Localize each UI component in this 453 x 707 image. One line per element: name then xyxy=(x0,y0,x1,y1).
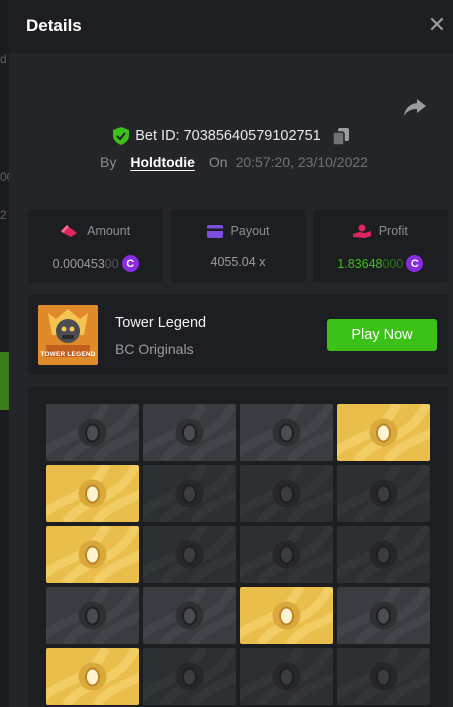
tile-hidden[interactable] xyxy=(46,404,139,461)
username-link[interactable]: Holdtodie xyxy=(130,154,195,170)
egg-icon xyxy=(337,404,430,461)
egg-icon xyxy=(337,526,430,583)
tile-hidden[interactable] xyxy=(240,404,333,461)
tile-hidden[interactable] xyxy=(337,465,430,522)
tile-hidden[interactable] xyxy=(143,404,236,461)
profit-value-dim: 000 xyxy=(382,256,404,271)
game-provider: BC Originals xyxy=(115,341,194,357)
egg-icon xyxy=(337,587,430,644)
share-icon[interactable] xyxy=(403,96,427,118)
egg-icon xyxy=(143,465,236,522)
game-name: Tower Legend xyxy=(115,315,207,331)
bet-timestamp: 20:57:20, 23/10/2022 xyxy=(235,154,368,170)
egg-icon xyxy=(143,526,236,583)
amount-label: Amount xyxy=(87,224,131,238)
backdrop-text: 2 xyxy=(0,208,7,222)
coin-icon: C xyxy=(406,255,424,272)
tile-grid xyxy=(46,404,430,705)
egg-icon xyxy=(46,526,139,583)
egg-icon xyxy=(46,465,139,522)
egg-icon xyxy=(240,648,333,705)
game-board xyxy=(28,387,448,707)
tile-hidden[interactable] xyxy=(143,587,236,644)
tile-hidden[interactable] xyxy=(240,465,333,522)
egg-icon xyxy=(46,404,139,461)
tile-revealed[interactable] xyxy=(46,465,139,522)
amount-icon xyxy=(61,225,78,237)
payout-label: Payout xyxy=(230,224,270,238)
tile-hidden[interactable] xyxy=(337,526,430,583)
egg-icon xyxy=(240,404,333,461)
by-label: By xyxy=(100,154,117,170)
amount-value: 0.000453 xyxy=(52,256,105,271)
panel-title: Details xyxy=(26,16,82,35)
payout-icon xyxy=(206,224,223,238)
tile-hidden[interactable] xyxy=(240,648,333,705)
panel-header: Details ✕ xyxy=(9,0,453,53)
bet-id-row: Bet ID: 70385640579102751 xyxy=(9,127,453,145)
tile-hidden[interactable] xyxy=(337,587,430,644)
bet-meta-row: By Holdtodie On 20:57:20, 23/10/2022 xyxy=(100,154,368,170)
payout-value: 4055.04 x xyxy=(210,255,266,269)
on-label: On xyxy=(208,154,228,170)
tile-hidden[interactable] xyxy=(143,648,236,705)
egg-icon xyxy=(143,404,236,461)
tile-revealed[interactable] xyxy=(240,587,333,644)
egg-icon xyxy=(337,465,430,522)
tile-hidden[interactable] xyxy=(337,648,430,705)
egg-icon xyxy=(46,648,139,705)
tile-revealed[interactable] xyxy=(46,526,139,583)
tile-hidden[interactable] xyxy=(46,587,139,644)
play-now-button[interactable]: Play Now xyxy=(327,319,437,351)
game-thumbnail[interactable]: TOWER LEGEND xyxy=(38,305,98,365)
stat-payout: Payout 4055.04 x xyxy=(170,209,306,282)
tile-hidden[interactable] xyxy=(143,465,236,522)
stat-amount: Amount 0.000453 00 C xyxy=(28,209,164,282)
tile-hidden[interactable] xyxy=(240,526,333,583)
profit-icon xyxy=(352,224,371,238)
egg-icon xyxy=(240,465,333,522)
details-panel: Details ✕ Bet ID: 70385640579102751 By H… xyxy=(9,0,453,707)
game-card: TOWER LEGEND Tower Legend BC Originals P… xyxy=(28,295,448,375)
copy-icon[interactable] xyxy=(332,127,349,145)
profit-value: 1.83648 xyxy=(337,256,383,271)
stat-profit: Profit 1.83648 000 C xyxy=(312,209,448,282)
bet-id: Bet ID: 70385640579102751 xyxy=(135,128,321,144)
egg-icon xyxy=(337,648,430,705)
backdrop-text: d xyxy=(0,52,7,66)
close-icon[interactable]: ✕ xyxy=(425,13,449,37)
amount-value-dim: 00 xyxy=(104,256,119,271)
profit-label: Profit xyxy=(378,224,408,238)
bet-stats: Amount 0.000453 00 C Payout 4055.04 x Pr… xyxy=(28,209,448,282)
egg-icon xyxy=(143,587,236,644)
egg-icon xyxy=(240,526,333,583)
shield-check-icon xyxy=(113,127,130,145)
tile-revealed[interactable] xyxy=(337,404,430,461)
game-thumbnail-caption: TOWER LEGEND xyxy=(40,351,96,358)
egg-icon xyxy=(143,648,236,705)
coin-icon: C xyxy=(121,255,139,272)
tile-revealed[interactable] xyxy=(46,648,139,705)
tile-hidden[interactable] xyxy=(143,526,236,583)
backdrop-green-strip xyxy=(0,352,9,410)
egg-icon xyxy=(240,587,333,644)
egg-icon xyxy=(46,587,139,644)
